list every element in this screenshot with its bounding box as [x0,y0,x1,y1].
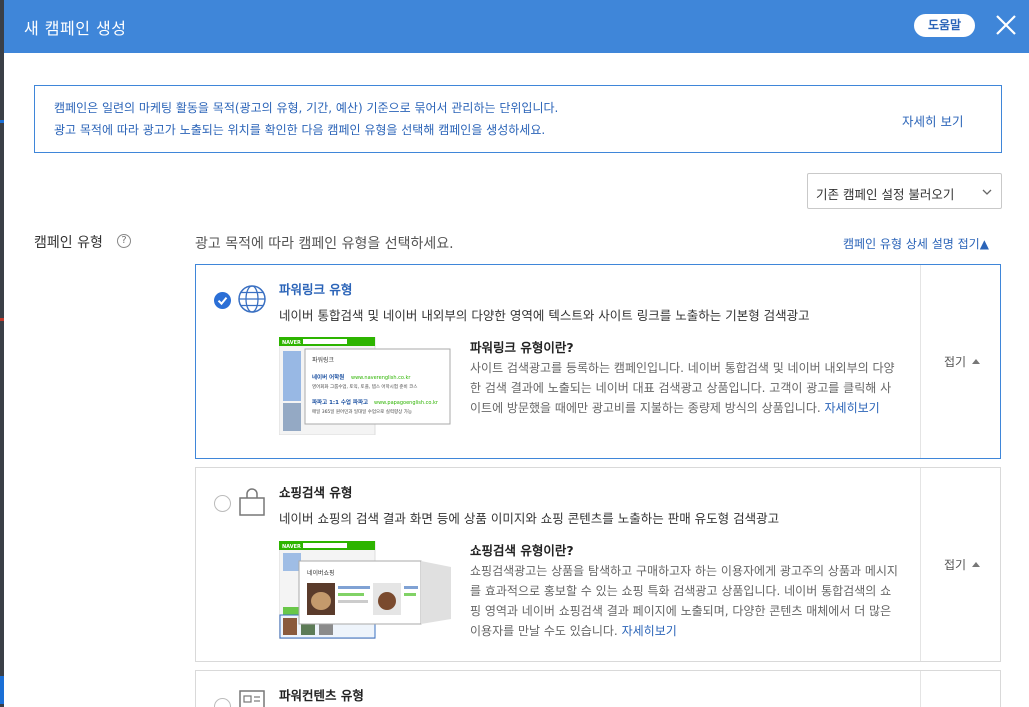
campaign-type-description: 광고 목적에 따라 캠페인 유형을 선택하세요. [195,236,454,252]
background-marker [0,120,4,123]
card-fold-label: 접기 [944,558,967,572]
card-divider [920,468,921,661]
campaign-card-shopping[interactable]: 쇼핑검색 유형 네이버 쇼핑의 검색 결과 화면 등에 상품 이미지와 쇼핑 콘… [195,467,1001,662]
chevron-down-icon [982,189,992,195]
thumb-ad-name: 네이버 어학원 [312,373,344,381]
card-explainer-title: 쇼핑검색 유형이란? [470,543,574,558]
thumb-ad-url: www.naverenglish.co.kr [351,375,411,381]
campaign-type-detail-toggle[interactable]: 캠페인 유형 상세 설명 접기▲ [843,235,989,252]
thumb-ad-url: www.papagoenglish.co.kr [374,400,439,406]
info-box: 캠페인은 일련의 마케팅 활동을 목적(광고의 유형, 기간, 예산) 기준으로… [34,85,1002,153]
thumb-ad-desc: 매일 365일 원어민과 일대일 수업으로 실력향상 가능 [312,408,412,415]
card-divider [920,265,921,458]
card-explainer-body: 사이트 검색광고를 등록하는 캠페인입니다. 네이버 통합검색 및 네이버 내외… [470,358,902,418]
campaign-card-powercontent[interactable]: 파워컨텐츠 유형 [195,670,1001,707]
background-marker [0,676,4,704]
load-campaign-settings-label: 기존 캠페인 설정 불러오기 [816,187,955,202]
card-explainer-text: 쇼핑검색광고는 상품을 탐색하고 구매하고자 하는 이용자에게 광고주의 상품과… [470,564,898,638]
thumb-ad-desc: 영어회화 그룹수업, 토익, 토플, 텝스 어학시험 준비 코스 [312,383,417,390]
card-fold-toggle[interactable]: 접기 [944,353,981,370]
radio-unselected[interactable] [214,495,231,512]
radio-selected[interactable] [214,292,231,309]
close-icon[interactable] [993,12,1019,38]
thumb-popup-title: 네이버쇼핑 [307,569,335,577]
background-marker [0,318,4,321]
question-icon[interactable]: ? [117,234,131,248]
card-more-link[interactable]: 자세히보기 [622,624,677,638]
radio-unselected[interactable] [214,698,231,707]
modal-title: 새 캠페인 생성 [24,19,127,38]
globe-icon [238,285,266,313]
card-explainer-title: 파워링크 유형이란? [470,340,574,355]
content-doc-icon [239,690,265,707]
card-divider [920,671,921,707]
campaign-card-powerlink[interactable]: 파워링크 유형 네이버 통합검색 및 네이버 내외부의 다양한 영역에 텍스트와… [195,264,1001,459]
thumb-ad-name: 파파고 1:1 수업 파파고 [312,398,368,406]
card-fold-toggle[interactable]: 접기 [944,556,981,573]
caret-up-icon [972,562,981,567]
card-title: 파워링크 유형 [279,282,353,297]
info-more-link[interactable]: 자세히 보기 [902,111,963,130]
thumb-popup-title: 파워링크 [312,356,335,364]
help-button[interactable]: 도움말 [914,14,975,37]
card-subtitle: 네이버 쇼핑의 검색 결과 화면 등에 상품 이미지와 쇼핑 콘텐츠를 노출하는… [279,511,780,526]
info-text-line: 광고 목적에 따라 광고가 노출되는 위치를 확인한 다음 캠페인 유형을 선택… [54,123,546,137]
thumb-brand: NAVER [282,340,301,346]
load-campaign-settings-select[interactable]: 기존 캠페인 설정 불러오기 [807,173,1002,209]
info-text-line: 캠페인은 일련의 마케팅 활동을 목적(광고의 유형, 기간, 예산) 기준으로… [54,101,559,115]
campaign-type-label: 캠페인 유형 [34,235,103,251]
card-subtitle: 네이버 통합검색 및 네이버 내외부의 다양한 영역에 텍스트와 사이트 링크를… [279,308,810,323]
card-title: 쇼핑검색 유형 [279,485,353,500]
powerlink-preview-image: NAVER 파워링크 네이버 어학원 www.naverenglish.co.k… [279,337,451,435]
shopping-bag-icon [239,488,265,516]
caret-up-icon [972,359,981,364]
card-title: 파워컨텐츠 유형 [279,688,364,703]
shopping-preview-image: NAVER 네이버쇼핑 [279,541,451,639]
background-page-strip [0,0,4,707]
card-fold-label: 접기 [944,355,967,369]
card-more-link[interactable]: 자세히보기 [825,401,880,415]
check-icon [217,296,228,306]
thumb-brand: NAVER [282,544,301,550]
card-explainer-body: 쇼핑검색광고는 상품을 탐색하고 구매하고자 하는 이용자에게 광고주의 상품과… [470,561,902,641]
modal-header: 새 캠페인 생성 도움말 [4,0,1029,53]
